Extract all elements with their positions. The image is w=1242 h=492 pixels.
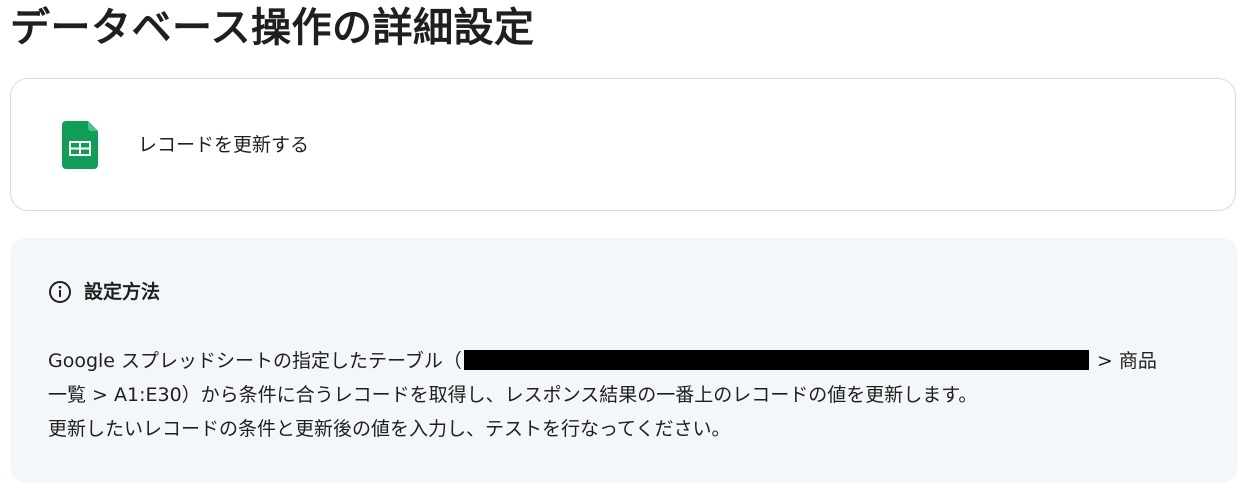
info-heading-text: 設定方法 <box>84 281 161 303</box>
info-heading: 設定方法 <box>48 276 160 308</box>
redacted-block <box>463 350 1089 370</box>
info-line-1-end: > 商品 <box>1096 350 1157 372</box>
page-title: データベース操作の詳細設定 <box>10 5 535 51</box>
google-sheets-icon <box>62 121 98 169</box>
update-record-action-card[interactable]: レコードを更新する <box>10 78 1236 211</box>
info-line-1-start: Google スプレッドシートの指定したテーブル（ <box>48 350 462 372</box>
info-body: Google スプレッドシートの指定したテーブル（ > 商品 一覧 > A1:E3… <box>48 344 1208 446</box>
info-panel: 設定方法 Google スプレッドシートの指定したテーブル（ > 商品 一覧 > … <box>10 238 1238 483</box>
info-line-3: 更新したいレコードの条件と更新後の値を入力し、テストを行なってください。 <box>48 418 731 440</box>
info-line-2: 一覧 > A1:E30）から条件に合うレコードを取得し、レスポンス結果の一番上の… <box>48 384 978 406</box>
info-line-1: Google スプレッドシートの指定したテーブル（ > 商品 <box>48 344 1208 378</box>
action-label: レコードを更新する <box>138 134 310 156</box>
info-icon <box>49 281 71 303</box>
